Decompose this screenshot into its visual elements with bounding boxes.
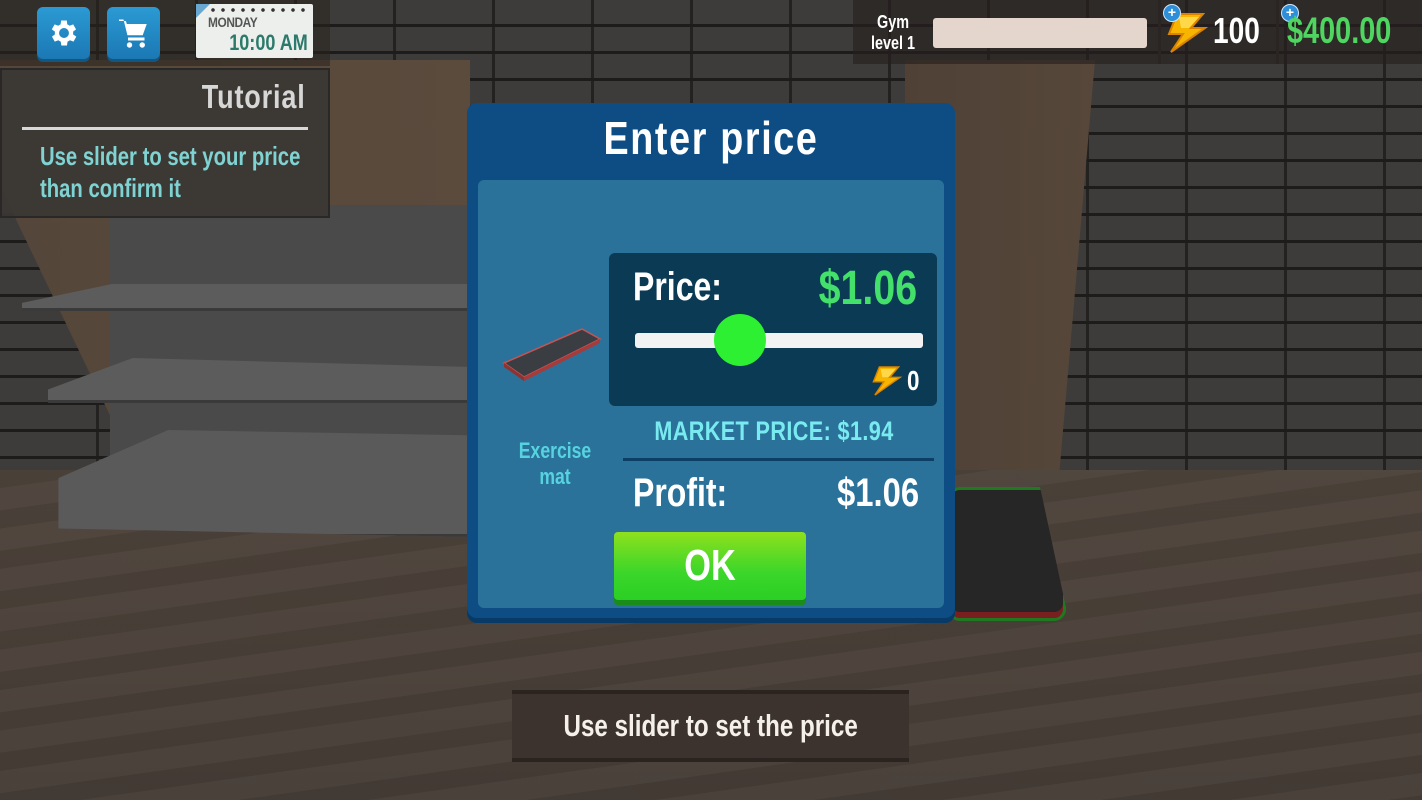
calendar-day: MONDAY (208, 14, 258, 30)
tutorial-title: Tutorial (202, 78, 306, 115)
profit-divider (623, 458, 934, 461)
gear-icon (51, 20, 76, 46)
profit-label: Profit: (633, 471, 728, 515)
price-slider-thumb[interactable] (713, 314, 766, 366)
enter-price-dialog: Enter price Exercise mat Price: $1.06 0 … (467, 103, 955, 618)
ok-button[interactable]: OK (614, 532, 806, 600)
hud-divider (1276, 0, 1279, 64)
hint-banner: Use slider to set the price (512, 690, 909, 762)
settings-button[interactable] (37, 7, 90, 59)
dialog-title: Enter price (603, 112, 819, 164)
lightning-bolt-icon (872, 366, 903, 396)
ok-button-label: OK (684, 541, 736, 590)
money-value: $400.00 (1287, 10, 1392, 51)
hud-divider (1158, 0, 1161, 64)
energy-value: 100 (1213, 10, 1260, 51)
shelf-backboard (110, 205, 470, 465)
gym-label-line1: Gym (876, 12, 910, 32)
shopping-cart-icon (118, 19, 147, 48)
market-price: MARKET PRICE: $1.94 (654, 416, 894, 446)
gym-label-line2: level 1 (870, 33, 916, 53)
profit-value: $1.06 (836, 471, 919, 515)
item-name: Exercise mat (518, 438, 592, 489)
calendar-clock: MONDAY 10:00 AM (196, 4, 313, 58)
energy-button[interactable]: + (1163, 4, 1209, 59)
price-label: Price: (633, 265, 722, 309)
calendar-binding-icon (208, 7, 307, 13)
hud-top-left: MONDAY 10:00 AM (0, 0, 330, 66)
exercise-mat-icon (502, 328, 602, 381)
gym-level-label: Gym level 1 (861, 12, 925, 54)
tutorial-panel: Tutorial Use slider to set your price th… (0, 68, 330, 218)
price-value: $1.06 (818, 262, 917, 315)
gym-xp-progress-bar (933, 18, 1147, 48)
energy-cost-value: 0 (907, 365, 920, 396)
dialog-body: Exercise mat Price: $1.06 0 MARKET PRICE… (478, 180, 944, 608)
tutorial-divider (22, 127, 308, 130)
hint-text: Use slider to set the price (563, 708, 858, 743)
calendar-time: 10:00 AM (229, 30, 308, 55)
shop-cart-button[interactable] (107, 7, 160, 59)
tutorial-text: Use slider to set your price than confir… (40, 141, 301, 203)
price-panel: Price: $1.06 0 (609, 253, 937, 406)
add-energy-icon[interactable]: + (1163, 4, 1181, 22)
hud-top-right: Gym level 1 + 100 + $400.00 (853, 0, 1422, 64)
price-slider[interactable] (635, 314, 923, 366)
